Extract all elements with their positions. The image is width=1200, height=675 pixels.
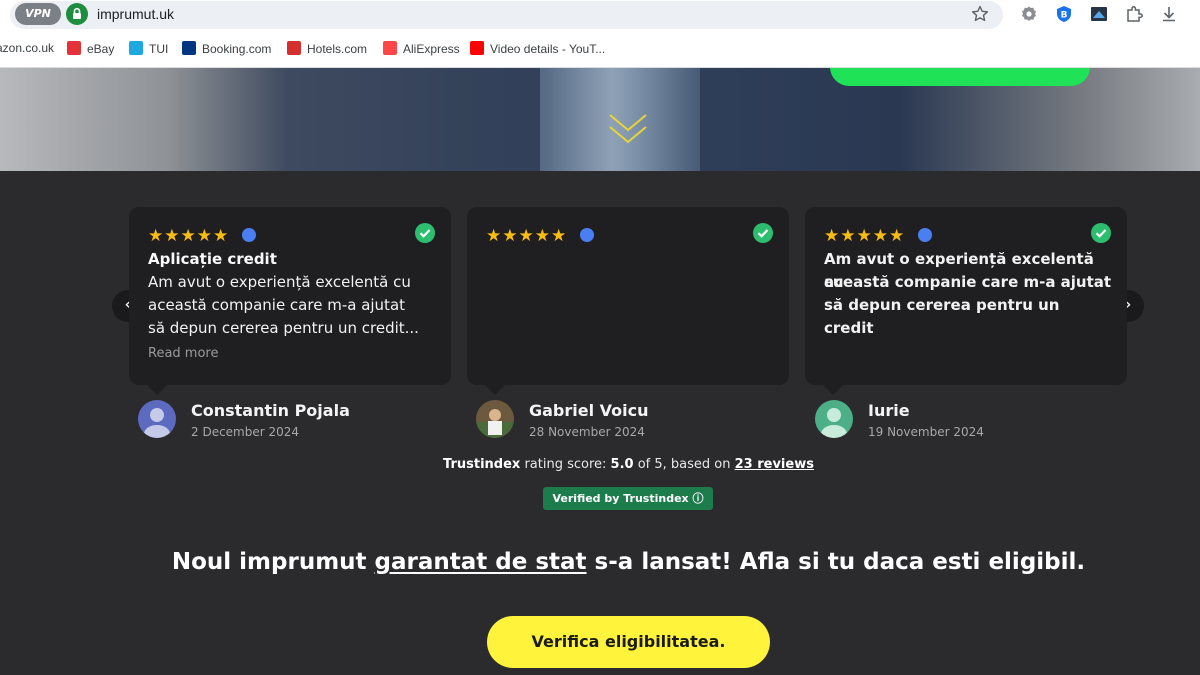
review-card: ★★★★★ Aplicație credit Am avut o experie…	[129, 207, 451, 395]
url-text[interactable]: imprumut.uk	[97, 6, 174, 22]
page-headline: Noul imprumut garantat de stat s-a lansa…	[0, 549, 1200, 575]
hotels-icon	[287, 41, 301, 55]
avatar	[138, 400, 176, 438]
bookmark-hotels[interactable]: Hotels.com	[287, 41, 367, 56]
verified-badge-icon	[580, 228, 594, 242]
youtube-icon	[470, 41, 484, 55]
bookmark-booking[interactable]: Booking.com	[182, 41, 271, 56]
vpn-button[interactable]: VPN	[15, 3, 61, 25]
review-text-line: această companie care m-a ajutat	[824, 273, 1112, 291]
rating-score: 5.0	[610, 457, 634, 472]
rating-of-text: of 5, based on	[633, 457, 735, 472]
shield-extension-icon[interactable]: B	[1055, 5, 1073, 23]
rating-prefix: rating score:	[520, 457, 611, 472]
card-tail	[485, 385, 505, 395]
headline-text-before: Noul imprumut	[171, 549, 375, 575]
guaranteed-loan-link[interactable]: garantat de stat	[375, 549, 587, 575]
bookmark-aliexpress[interactable]: AliExpress	[383, 41, 460, 56]
check-icon	[753, 223, 773, 243]
scroll-down-chevron-icon[interactable]	[607, 112, 649, 148]
verified-badge-icon	[918, 228, 932, 242]
trustindex-brand: Trustindex	[443, 457, 521, 472]
headline-text-after: s-a lansat! Afla si tu daca esti eligibi…	[586, 549, 1086, 575]
bookmark-amazon[interactable]: azon.co.uk	[0, 41, 54, 55]
hero-cta-button[interactable]	[830, 68, 1090, 86]
star-rating: ★★★★★	[824, 226, 906, 246]
bookmark-star-icon[interactable]	[970, 4, 990, 24]
check-eligibility-button[interactable]: Verifica eligibilitatea.	[487, 616, 770, 668]
card-tail	[147, 385, 167, 395]
screen-extension-icon[interactable]	[1090, 5, 1108, 23]
booking-icon	[182, 41, 196, 55]
reviewer-name: Iurie	[868, 401, 910, 420]
verified-badge-icon	[242, 228, 256, 242]
review-date: 2 December 2024	[191, 425, 300, 439]
avatar	[476, 400, 514, 438]
review-title: Aplicație credit	[148, 250, 277, 268]
card-tail	[823, 385, 843, 395]
download-icon[interactable]	[1160, 5, 1178, 23]
reviewer-name: Gabriel Voicu	[529, 401, 649, 420]
bookmark-tui[interactable]: TUI	[129, 41, 168, 56]
extensions-puzzle-icon[interactable]	[1125, 5, 1143, 23]
extension-gear-icon[interactable]	[1020, 5, 1038, 23]
review-text-line: să depun cererea pentru un credit	[824, 296, 1060, 337]
review-date: 28 November 2024	[529, 425, 645, 439]
star-rating: ★★★★★	[486, 226, 568, 246]
review-card: ★★★★★ Am avut o experiență excelentă cu …	[805, 207, 1127, 395]
avatar	[815, 400, 853, 438]
hero-image	[0, 68, 1200, 171]
check-icon	[1091, 223, 1111, 243]
bookmark-youtube[interactable]: Video details - YouT...	[470, 41, 605, 56]
tui-icon	[129, 41, 143, 55]
aliexpress-icon	[383, 41, 397, 55]
lock-icon[interactable]	[66, 3, 88, 25]
bookmark-ebay[interactable]: eBay	[67, 41, 114, 56]
review-text-line: să depun cererea pentru un credit...	[148, 319, 419, 337]
ebay-icon	[67, 41, 81, 55]
review-card: ★★★★★	[467, 207, 789, 395]
verified-by-trustindex-badge[interactable]: Verified by Trustindex ⓘ	[543, 487, 713, 510]
read-more-link[interactable]: Read more	[148, 346, 218, 361]
rating-summary: Trustindex rating score: 5.0 of 5, based…	[0, 457, 1200, 472]
star-rating: ★★★★★	[148, 226, 230, 246]
check-icon	[415, 223, 435, 243]
svg-text:B: B	[1061, 11, 1068, 21]
reviewer-name: Constantin Pojala	[191, 401, 350, 420]
review-text-line: această companie care m-a ajutat	[148, 296, 406, 314]
browser-toolbar: VPN imprumut.uk B	[0, 0, 1200, 30]
review-date: 19 November 2024	[868, 425, 984, 439]
bookmarks-bar: azon.co.uk eBay TUI Booking.com Hotels.c…	[0, 30, 1200, 68]
reviews-count-link[interactable]: 23 reviews	[735, 457, 814, 472]
review-text-line: Am avut o experiență excelentă cu	[148, 273, 411, 291]
